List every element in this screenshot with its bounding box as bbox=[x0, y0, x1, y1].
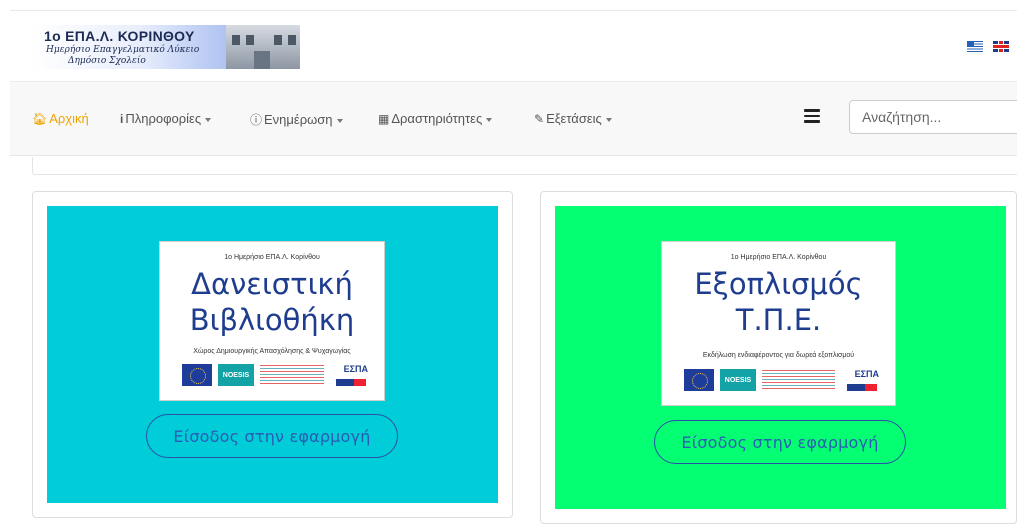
noesis-logo: NOESIS bbox=[218, 364, 254, 386]
poster-title: Εξοπλισμός Τ.Π.Ε. bbox=[664, 266, 893, 338]
page: 1ο ΕΠΑ.Λ. ΚΟΡΙΝΘΟΥ Ημερήσιο Επαγγελματικ… bbox=[0, 0, 1017, 532]
nav-item-activities[interactable]: ▦ Δραστηριότητες bbox=[378, 111, 493, 126]
espa-logo: ΕΣΠΑ bbox=[841, 369, 879, 391]
caret-down-icon bbox=[336, 118, 343, 123]
library-poster: 1ο Ημερήσιο ΕΠΑ.Λ. Κορίνθου Δανειστική Β… bbox=[160, 242, 384, 400]
greek-flag-icon[interactable] bbox=[967, 41, 983, 52]
nav-item-label: Πληροφορίες bbox=[125, 111, 202, 126]
nav-item-exams[interactable]: ✎ Εξετάσεις bbox=[534, 111, 612, 126]
poster-subtitle: Χώρος Δημιουργικής Απασχόλησης & Ψυχαγωγ… bbox=[193, 348, 351, 355]
home-icon: 🏠︎ bbox=[32, 111, 48, 126]
poster-organization: 1ο Ημερήσιο ΕΠΑ.Λ. Κορίνθου bbox=[730, 254, 827, 261]
caret-down-icon bbox=[605, 117, 612, 122]
nav-item-news[interactable]: ⓘ Ενημέρωση bbox=[250, 111, 343, 128]
poster-title-line: Δανειστική bbox=[191, 267, 353, 301]
poster-title-line: Τ.Π.Ε. bbox=[735, 303, 822, 337]
funding-logos: NOESIS ΕΣΠΑ bbox=[182, 363, 368, 387]
nav-item-label: Αρχική bbox=[49, 111, 89, 126]
info-circle-icon: ⓘ bbox=[250, 113, 263, 127]
app-card-equipment: 1ο Ημερήσιο ΕΠΑ.Λ. Κορίνθου Εξοπλισμός Τ… bbox=[540, 191, 1017, 524]
nav-item-home[interactable]: 🏠︎ Αρχική bbox=[32, 111, 89, 126]
nav-item-information[interactable]: i Πληροφορίες bbox=[120, 111, 212, 126]
funding-fine-print bbox=[260, 365, 324, 385]
funding-fine-print bbox=[762, 370, 835, 390]
uk-flag-icon[interactable] bbox=[993, 41, 1009, 52]
poster-title-line: Εξοπλισμός bbox=[694, 267, 863, 301]
app-card-panel: 1ο Ημερήσιο ΕΠΑ.Λ. Κορίνθου Δανειστική Β… bbox=[47, 206, 498, 503]
logo-subtitle-2: Δημόσιο Σχολείο bbox=[68, 56, 146, 66]
school-logo[interactable]: 1ο ΕΠΑ.Λ. ΚΟΡΙΝΘΟΥ Ημερήσιο Επαγγελματικ… bbox=[32, 25, 300, 69]
nav-item-label: Ενημέρωση bbox=[264, 112, 333, 127]
noesis-logo: NOESIS bbox=[720, 369, 756, 391]
eu-flag-icon bbox=[182, 364, 212, 386]
content-divider bbox=[32, 157, 1017, 175]
search-input[interactable] bbox=[849, 100, 1017, 134]
hamburger-menu-icon[interactable] bbox=[804, 109, 820, 123]
school-building-image bbox=[226, 25, 300, 69]
pencil-icon: ✎ bbox=[534, 111, 545, 126]
app-card-library: 1ο Ημερήσιο ΕΠΑ.Λ. Κορίνθου Δανειστική Β… bbox=[32, 191, 513, 518]
nav-item-label: Δραστηριότητες bbox=[391, 111, 483, 126]
main-navbar: 🏠︎ Αρχική i Πληροφορίες ⓘ Ενημέρωση ▦ Δρ… bbox=[10, 82, 1017, 156]
calendar-icon: ▦ bbox=[378, 111, 390, 126]
language-switcher bbox=[967, 41, 1009, 52]
caret-down-icon bbox=[486, 117, 493, 122]
enter-app-button[interactable]: Είσοδος στην εφαρμογή bbox=[146, 414, 398, 458]
nav-item-label: Εξετάσεις bbox=[546, 111, 602, 126]
eu-flag-icon bbox=[684, 369, 714, 391]
poster-title-line: Βιβλιοθήκη bbox=[189, 303, 355, 337]
poster-organization: 1ο Ημερήσιο ΕΠΑ.Λ. Κορίνθου bbox=[224, 254, 320, 261]
app-card-panel: 1ο Ημερήσιο ΕΠΑ.Λ. Κορίνθου Εξοπλισμός Τ… bbox=[555, 206, 1006, 509]
poster-title: Δανειστική Βιβλιοθήκη bbox=[162, 266, 382, 338]
espa-logo: ΕΣΠΑ bbox=[330, 364, 368, 386]
funding-logos: NOESIS ΕΣΠΑ bbox=[684, 368, 879, 392]
info-icon: i bbox=[120, 111, 124, 126]
caret-down-icon bbox=[205, 117, 212, 122]
logo-title: 1ο ΕΠΑ.Λ. ΚΟΡΙΝΘΟΥ bbox=[44, 28, 195, 44]
enter-app-button[interactable]: Είσοδος στην εφαρμογή bbox=[654, 420, 906, 464]
site-header: 1ο ΕΠΑ.Λ. ΚΟΡΙΝΘΟΥ Ημερήσιο Επαγγελματικ… bbox=[10, 10, 1017, 82]
logo-subtitle: Ημερήσιο Επαγγελματικό Λύκειο bbox=[46, 45, 200, 55]
equipment-poster: 1ο Ημερήσιο ΕΠΑ.Λ. Κορίνθου Εξοπλισμός Τ… bbox=[662, 242, 895, 405]
poster-subtitle: Εκδήλωση ενδιαφέροντος για δωρεά εξοπλισ… bbox=[702, 352, 855, 359]
